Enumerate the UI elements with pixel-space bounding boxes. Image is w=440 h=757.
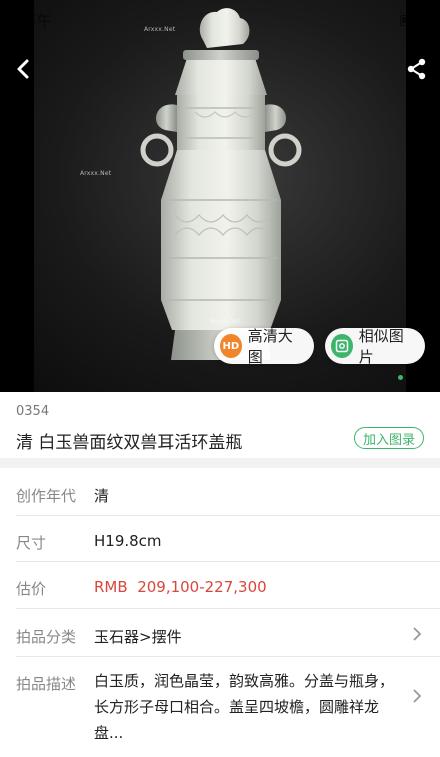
lot-details-list: 创作年代 清 尺寸 H19.8cm 估价 RMB 209,100-227,300…	[0, 468, 440, 757]
detail-row-description[interactable]: 拍品描述 白玉质，润色晶莹，韵致高雅。分盖与瓶身，长方形子母口相合。盖呈四坡檐，…	[0, 657, 440, 757]
share-button[interactable]	[402, 54, 432, 84]
similar-images-label: 相似图片	[358, 327, 404, 366]
hd-image-label: 高清大图	[247, 327, 293, 366]
similar-images-button[interactable]: 相似图片	[325, 327, 425, 366]
category-value: 玉石器>摆件	[94, 628, 182, 646]
detail-row-size: 尺寸 H19.8cm	[0, 516, 440, 562]
detail-row-period: 创作年代 清	[0, 468, 440, 516]
hero-image-carousel[interactable]: Arxxx.Net Arxxx.Net Arxxx.Net 下午 HD 高清大图	[0, 0, 440, 392]
status-time: 下午	[22, 11, 53, 30]
carousel-dot-active	[398, 375, 403, 380]
status-indicators	[400, 14, 422, 26]
period-label: 创作年代	[16, 487, 77, 505]
chevron-right-icon	[413, 627, 422, 641]
category-label: 拍品分类	[16, 628, 77, 646]
detail-row-estimate: 估价 RMB 209,100-227,300	[0, 562, 440, 609]
section-divider	[0, 458, 440, 468]
lot-header: 0354 清 白玉兽面纹双兽耳活环盖瓶 加入图录	[0, 392, 440, 458]
detail-row-category[interactable]: 拍品分类 玉石器>摆件	[0, 609, 440, 657]
chevron-right-icon	[413, 689, 422, 703]
similar-image-icon	[331, 334, 353, 358]
carousel-indicator	[398, 375, 418, 380]
description-value: 白玉质，润色晶莹，韵致高雅。分盖与瓶身，长方形子母口相合。盖呈四坡檐，圆雕祥龙盘…	[94, 672, 395, 742]
watermark-text: Arxxx.Net	[210, 318, 242, 325]
size-label: 尺寸	[16, 534, 47, 552]
lot-title: 清 白玉兽面纹双兽耳活环盖瓶	[16, 433, 243, 453]
description-label: 拍品描述	[16, 675, 77, 693]
watermark-text: Arxxx.Net	[80, 170, 112, 177]
hd-image-button[interactable]: HD 高清大图	[214, 327, 314, 366]
estimate-label: 估价	[16, 580, 47, 598]
hd-icon: HD	[220, 334, 242, 358]
status-bar: 下午	[0, 0, 440, 40]
back-button[interactable]	[8, 54, 38, 84]
add-to-catalog-button[interactable]: 加入图录	[354, 427, 424, 449]
size-value: H19.8cm	[94, 532, 162, 550]
lot-number: 0354	[16, 404, 50, 419]
back-arrow-icon	[17, 59, 29, 79]
estimate-value: RMB 209,100-227,300	[94, 578, 267, 596]
carousel-dot	[413, 375, 418, 380]
share-icon	[407, 58, 426, 80]
battery-icon	[400, 14, 422, 26]
period-value: 清	[94, 487, 110, 505]
